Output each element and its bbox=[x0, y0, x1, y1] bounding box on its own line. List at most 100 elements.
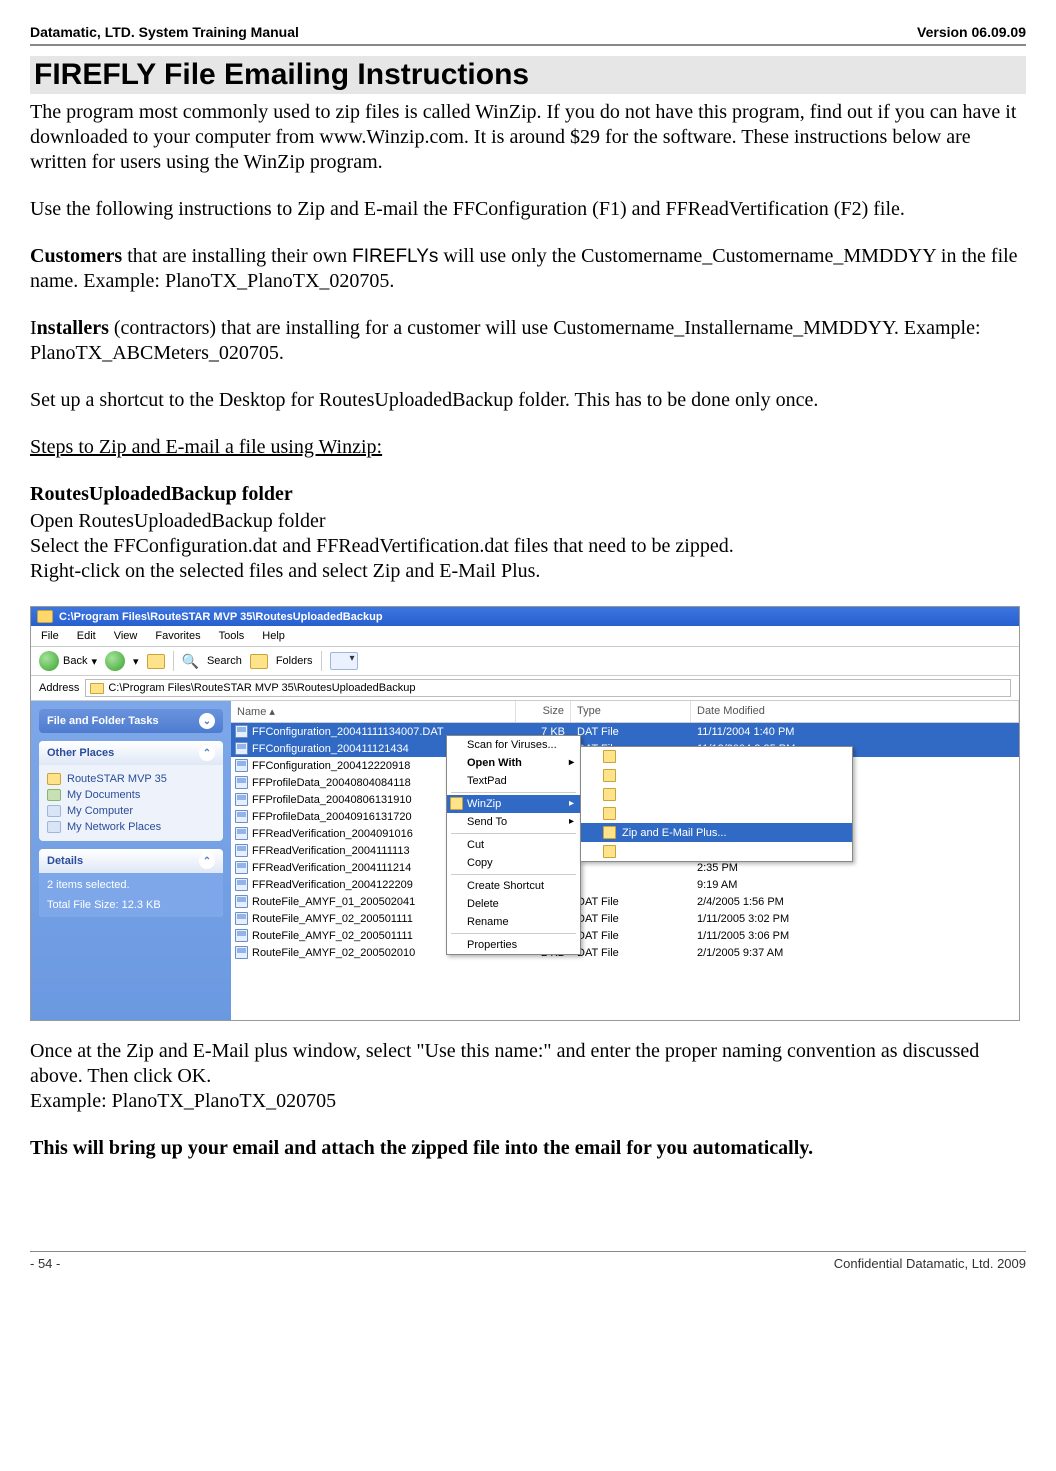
file-icon bbox=[235, 827, 248, 840]
menubar: File Edit View Favorites Tools Help bbox=[31, 626, 1019, 647]
menu-item-label: WinZip bbox=[467, 798, 501, 810]
places-box: Other Places ⌃ RouteSTAR MVP 35 My Docum… bbox=[39, 741, 223, 841]
file-row[interactable]: RouteFile_AMYF_01_200502041DAT File2/4/2… bbox=[231, 893, 1019, 910]
place-item[interactable]: RouteSTAR MVP 35 bbox=[47, 771, 215, 787]
views-button[interactable] bbox=[330, 652, 358, 670]
place-item[interactable]: My Computer bbox=[47, 803, 215, 819]
submenu-item[interactable]: Add to RoutesUploadedBackup.zip bbox=[581, 766, 852, 785]
menu-item-label: TextPad bbox=[467, 775, 507, 787]
file-icon bbox=[235, 861, 248, 874]
submenu-item[interactable]: Configure bbox=[581, 842, 852, 861]
menu-file[interactable]: File bbox=[41, 630, 59, 642]
file-icon bbox=[235, 929, 248, 942]
details-header[interactable]: Details ⌃ bbox=[39, 849, 223, 873]
side-panel: File and Folder Tasks ⌄ Other Places ⌃ R… bbox=[31, 701, 231, 1020]
menu-item-label: Properties bbox=[467, 939, 517, 951]
file-row[interactable]: RouteFile_AMYF_02_2005011112 KBDAT File1… bbox=[231, 910, 1019, 927]
menu-view[interactable]: View bbox=[114, 630, 138, 642]
search-icon: 🔍 bbox=[182, 653, 199, 670]
menu-favorites[interactable]: Favorites bbox=[155, 630, 200, 642]
menu-item[interactable]: Cut bbox=[447, 836, 580, 854]
step-1: Open RoutesUploadedBackup folder bbox=[30, 509, 1026, 534]
file-date: 2/4/2005 1:56 PM bbox=[691, 896, 1019, 908]
window-title: C:\Program Files\RouteSTAR MVP 35\Routes… bbox=[59, 611, 383, 623]
col-date[interactable]: Date Modified bbox=[691, 701, 1019, 722]
file-date: 1/11/2005 3:06 PM bbox=[691, 930, 1019, 942]
customers-text-1: that are installing their own bbox=[122, 245, 352, 267]
file-name: RouteFile_AMYF_02_200501111 bbox=[252, 930, 413, 942]
details-line-2: Total File Size: 12.3 KB bbox=[47, 899, 215, 911]
tasks-header[interactable]: File and Folder Tasks ⌄ bbox=[39, 709, 223, 733]
installers-text: (contractors) that are installing for a … bbox=[30, 317, 981, 364]
address-bar: Address C:\Program Files\RouteSTAR MVP 3… bbox=[31, 676, 1019, 701]
submenu-item[interactable]: Zip and E-Mail Plus... bbox=[581, 823, 852, 842]
col-name[interactable]: Name ▴ bbox=[231, 701, 516, 722]
computer-icon bbox=[47, 805, 61, 817]
file-name: FFConfiguration_20041111134007.DAT bbox=[252, 726, 444, 738]
file-icon bbox=[235, 895, 248, 908]
step-3: Right-click on the selected files and se… bbox=[30, 559, 1026, 584]
back-label: Back bbox=[63, 655, 87, 667]
submenu-item[interactable]: Zip and E-Mail RoutesUploadedBackup.zip bbox=[581, 804, 852, 823]
file-name: FFConfiguration_200412220918 bbox=[252, 760, 410, 772]
places-header[interactable]: Other Places ⌃ bbox=[39, 741, 223, 765]
submenu-item-label: Zip and E-Mail RoutesUploadedBackup.zip bbox=[622, 808, 832, 820]
customers-paragraph: Customers that are installing their own … bbox=[30, 244, 1026, 294]
winzip-icon bbox=[603, 769, 616, 782]
place-item[interactable]: My Documents bbox=[47, 787, 215, 803]
folder-icon bbox=[90, 683, 104, 694]
doc-footer: - 54 - Confidential Datamatic, Ltd. 2009 bbox=[30, 1251, 1026, 1271]
menu-tools[interactable]: Tools bbox=[219, 630, 245, 642]
menu-item[interactable]: Send To bbox=[447, 813, 580, 831]
file-icon bbox=[235, 946, 248, 959]
routes-folder-heading: RoutesUploadedBackup folder bbox=[30, 482, 1026, 507]
file-row[interactable]: FFReadVerification_20041222099:19 AM bbox=[231, 876, 1019, 893]
menu-help[interactable]: Help bbox=[262, 630, 285, 642]
separator bbox=[321, 651, 322, 671]
naming-example: Example: PlanoTX_PlanoTX_020705 bbox=[30, 1089, 1026, 1114]
search-button[interactable]: Search bbox=[207, 655, 242, 667]
page-title: FIREFLY File Emailing Instructions bbox=[30, 56, 1026, 94]
steps-block: RoutesUploadedBackup folder Open RoutesU… bbox=[30, 482, 1026, 584]
back-button[interactable]: Back ▾ bbox=[39, 651, 97, 671]
context-menu: Scan for Viruses...Open With TextPad WinZi… bbox=[446, 735, 581, 955]
place-item[interactable]: My Network Places bbox=[47, 819, 215, 835]
sort-asc-icon: ▴ bbox=[269, 706, 275, 718]
file-columns: Name ▴ Size Type Date Modified bbox=[231, 701, 1019, 723]
explorer-window: C:\Program Files\RouteSTAR MVP 35\Routes… bbox=[30, 606, 1020, 1021]
file-icon bbox=[235, 793, 248, 806]
place-label: RouteSTAR MVP 35 bbox=[67, 773, 167, 785]
menu-separator bbox=[451, 933, 576, 934]
file-date: 1/11/2005 3:02 PM bbox=[691, 913, 1019, 925]
submenu-item[interactable]: Add to recently used Zip file bbox=[581, 785, 852, 804]
file-name: RouteFile_AMYF_01_200502041 bbox=[252, 896, 415, 908]
window-titlebar[interactable]: C:\Program Files\RouteSTAR MVP 35\Routes… bbox=[31, 607, 1019, 626]
address-input[interactable]: C:\Program Files\RouteSTAR MVP 35\Routes… bbox=[85, 679, 1011, 697]
submenu-item[interactable]: Add to Zip file... bbox=[581, 747, 852, 766]
menu-item[interactable]: Open With bbox=[447, 754, 580, 772]
col-size[interactable]: Size bbox=[516, 701, 571, 722]
file-row[interactable]: FFConfiguration_20041111134007.DAT7 KBDA… bbox=[231, 723, 1019, 740]
tasks-box: File and Folder Tasks ⌄ bbox=[39, 709, 223, 733]
menu-item[interactable]: Rename bbox=[447, 913, 580, 931]
place-label: My Documents bbox=[67, 789, 140, 801]
menu-item[interactable]: Properties bbox=[447, 936, 580, 954]
menu-edit[interactable]: Edit bbox=[77, 630, 96, 642]
submenu-item-label: Add to recently used Zip file bbox=[622, 789, 758, 801]
file-row[interactable]: RouteFile_AMYF_02_2005011113 KBDAT File1… bbox=[231, 927, 1019, 944]
menu-item[interactable]: Scan for Viruses... bbox=[447, 736, 580, 754]
file-row[interactable]: RouteFile_AMYF_02_2005020102 KBDAT File2… bbox=[231, 944, 1019, 961]
menu-item[interactable]: TextPad bbox=[447, 772, 580, 790]
menu-item[interactable]: Copy bbox=[447, 854, 580, 872]
folders-button[interactable]: Folders bbox=[276, 655, 313, 667]
up-button[interactable] bbox=[147, 654, 165, 669]
col-type[interactable]: Type bbox=[571, 701, 691, 722]
menu-item[interactable]: Create Shortcut bbox=[447, 877, 580, 895]
file-icon bbox=[235, 759, 248, 772]
file-name: FFProfileData_20040916131720 bbox=[252, 811, 412, 823]
menu-item[interactable]: Delete bbox=[447, 895, 580, 913]
instructions-paragraph: Use the following instructions to Zip an… bbox=[30, 197, 1026, 222]
submenu-item-label: Add to Zip file... bbox=[622, 751, 698, 763]
menu-item[interactable]: WinZipAdd to Zip file...Add to RoutesUpl… bbox=[447, 795, 580, 813]
forward-button[interactable] bbox=[105, 651, 125, 671]
